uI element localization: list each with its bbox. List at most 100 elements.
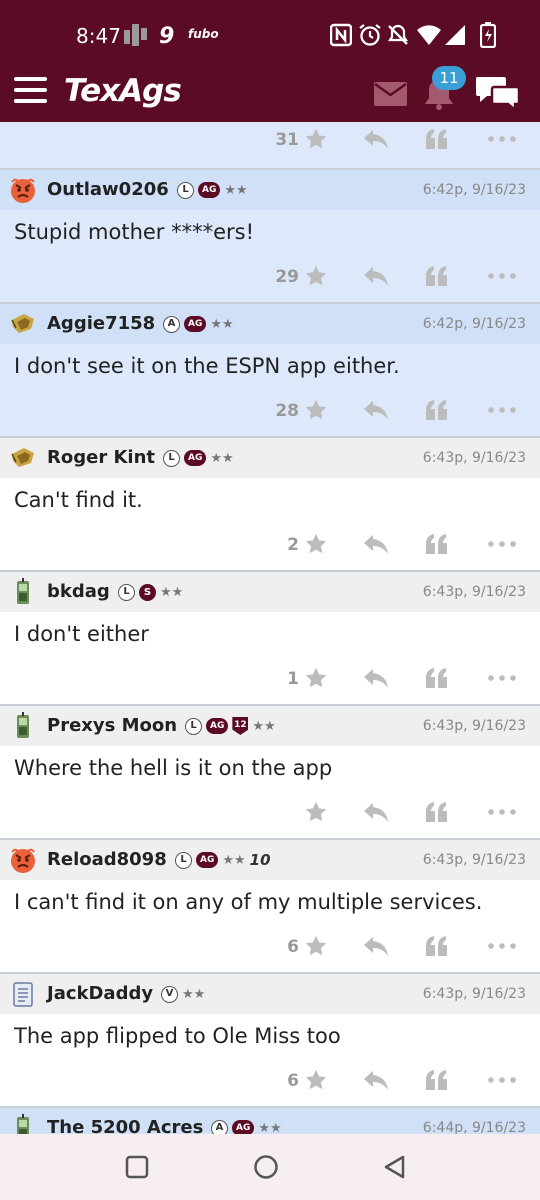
letter-badge: L (185, 717, 202, 735)
like-count: 31 (275, 130, 299, 150)
ag-badge: AG (196, 852, 219, 868)
s-badge: S (139, 583, 156, 601)
quote-icon[interactable] (426, 534, 448, 554)
reply-icon[interactable] (364, 669, 388, 689)
quote-icon[interactable] (426, 266, 448, 286)
quote-icon[interactable] (426, 936, 448, 956)
reply-icon[interactable] (364, 1071, 388, 1091)
forum-post[interactable]: Reload8098 L AG ★★ 10 6:43p, 9/16/23 I can't f… (0, 840, 540, 974)
like-count: 6 (287, 937, 299, 957)
post-timestamp: 6:43p, 9/16/23 (422, 450, 526, 466)
stars-badge: ★★ (182, 986, 206, 1002)
reply-icon[interactable] (364, 937, 388, 957)
like-count: 2 (287, 535, 299, 555)
username-link[interactable]: Aggie7158 (47, 313, 155, 334)
stars-badge: ★★ (258, 1120, 282, 1135)
phone-icon (17, 1114, 29, 1134)
star-icon[interactable] (305, 128, 327, 150)
post-body: Where the hell is it on the app (14, 756, 333, 780)
nfc-icon (330, 23, 352, 47)
username-link[interactable]: Outlaw0206 (47, 179, 169, 200)
user-badges: L AG ★★ (163, 449, 234, 467)
forum-post[interactable]: JackDaddy V ★★ 6:43p, 9/16/23 The app flippe… (0, 974, 540, 1108)
quote-icon[interactable] (426, 129, 448, 149)
more-options-icon[interactable] (488, 675, 516, 681)
ag-badge: AG (198, 182, 221, 198)
phone-icon (17, 578, 29, 604)
username-link[interactable]: JackDaddy (47, 983, 153, 1004)
quote-icon[interactable] (426, 668, 448, 688)
reply-icon[interactable] (364, 803, 388, 823)
forum-post[interactable]: Prexys Moon L AG 12 ★★ 6:43p, 9/16/23 Where th… (0, 706, 540, 840)
star-icon[interactable] (305, 533, 327, 555)
texags-logo[interactable]: TexAgs (64, 73, 182, 109)
quote-icon[interactable] (426, 802, 448, 822)
back-icon[interactable] (382, 1154, 408, 1180)
stars-badge: ★★ (210, 316, 234, 332)
notification-badge[interactable]: 11 (432, 66, 466, 90)
notepad-icon (13, 982, 33, 1007)
letter-badge: V (161, 985, 178, 1003)
username-link[interactable]: bkdag (47, 581, 110, 602)
username-link[interactable]: The 5200 Acres (47, 1117, 203, 1134)
star-icon[interactable] (305, 935, 327, 957)
forum-post[interactable]: Outlaw0206 L AG ★★ 6:42p, 9/16/23 Stupid moth… (0, 170, 540, 304)
home-icon[interactable] (253, 1154, 279, 1180)
reply-icon[interactable] (364, 130, 388, 150)
more-options-icon[interactable] (488, 541, 516, 547)
battery-icon (480, 22, 496, 48)
post-header: Roger Kint L AG ★★ 6:43p, 9/16/23 (0, 438, 540, 478)
user-badges: A AG ★★ (211, 1119, 282, 1134)
more-options-icon[interactable] (488, 1077, 516, 1083)
more-options-icon[interactable] (488, 136, 516, 142)
ag-badge: AG (206, 718, 229, 734)
forum-post[interactable]: bkdag L S ★★ 6:43p, 9/16/23 I don't either 1 (0, 572, 540, 706)
ag-badge: AG (184, 450, 207, 466)
quote-icon[interactable] (426, 400, 448, 420)
menu-icon[interactable] (14, 77, 48, 105)
stars-badge: ★★ (210, 450, 234, 466)
forum-post[interactable]: Aggie7158 A AG ★★ 6:42p, 9/16/23 I don't see … (0, 304, 540, 438)
post-header: bkdag L S ★★ 6:43p, 9/16/23 (0, 572, 540, 612)
star-icon[interactable] (305, 667, 327, 689)
like-count: 28 (275, 401, 299, 421)
letter-badge: L (175, 851, 192, 869)
reply-icon[interactable] (364, 401, 388, 421)
recents-icon[interactable] (124, 1154, 150, 1180)
more-options-icon[interactable] (488, 407, 516, 413)
alarm-icon (359, 24, 381, 46)
username-link[interactable]: Prexys Moon (47, 715, 177, 736)
forum-post[interactable]: The 5200 Acres A AG ★★ 6:44p, 9/16/23 (0, 1108, 540, 1134)
forum-post[interactable]: Roger Kint L AG ★★ 6:43p, 9/16/23 Can't find … (0, 438, 540, 572)
post-feed[interactable]: 31 Outlaw0206 L AG ★★ 6:42p, 9/16/23 Stupid m… (0, 122, 540, 1134)
post-actions: 2 (0, 531, 540, 561)
post-timestamp: 6:43p, 9/16/23 (422, 718, 526, 734)
reply-icon[interactable] (364, 535, 388, 555)
reply-icon[interactable] (364, 267, 388, 287)
star-icon[interactable] (305, 801, 327, 823)
ag-ring-icon (11, 314, 34, 333)
more-options-icon[interactable] (488, 943, 516, 949)
post-body: I don't see it on the ESPN app either. (14, 354, 400, 378)
letter-badge: L (177, 181, 194, 199)
star-icon[interactable] (305, 1069, 327, 1091)
letter-badge: L (163, 449, 180, 467)
quote-icon[interactable] (426, 1070, 448, 1090)
post-actions: 6 (0, 1067, 540, 1097)
star-icon[interactable] (305, 265, 327, 287)
username-link[interactable]: Roger Kint (47, 447, 155, 468)
more-options-icon[interactable] (488, 273, 516, 279)
post-actions: 28 (0, 397, 540, 427)
post-header: JackDaddy V ★★ 6:43p, 9/16/23 (0, 974, 540, 1014)
post-header: Prexys Moon L AG 12 ★★ 6:43p, 9/16/23 (0, 706, 540, 746)
mail-icon[interactable] (374, 82, 407, 106)
letter-badge: L (118, 583, 135, 601)
chat-icon[interactable] (475, 74, 521, 112)
post-actions: 6 (0, 933, 540, 963)
user-badges: A AG ★★ (163, 315, 234, 333)
post-body: I can't find it on any of my multiple se… (14, 890, 483, 914)
username-link[interactable]: Reload8098 (47, 849, 167, 870)
star-icon[interactable] (305, 399, 327, 421)
more-options-icon[interactable] (488, 809, 516, 815)
post-partial: 31 (0, 122, 540, 170)
